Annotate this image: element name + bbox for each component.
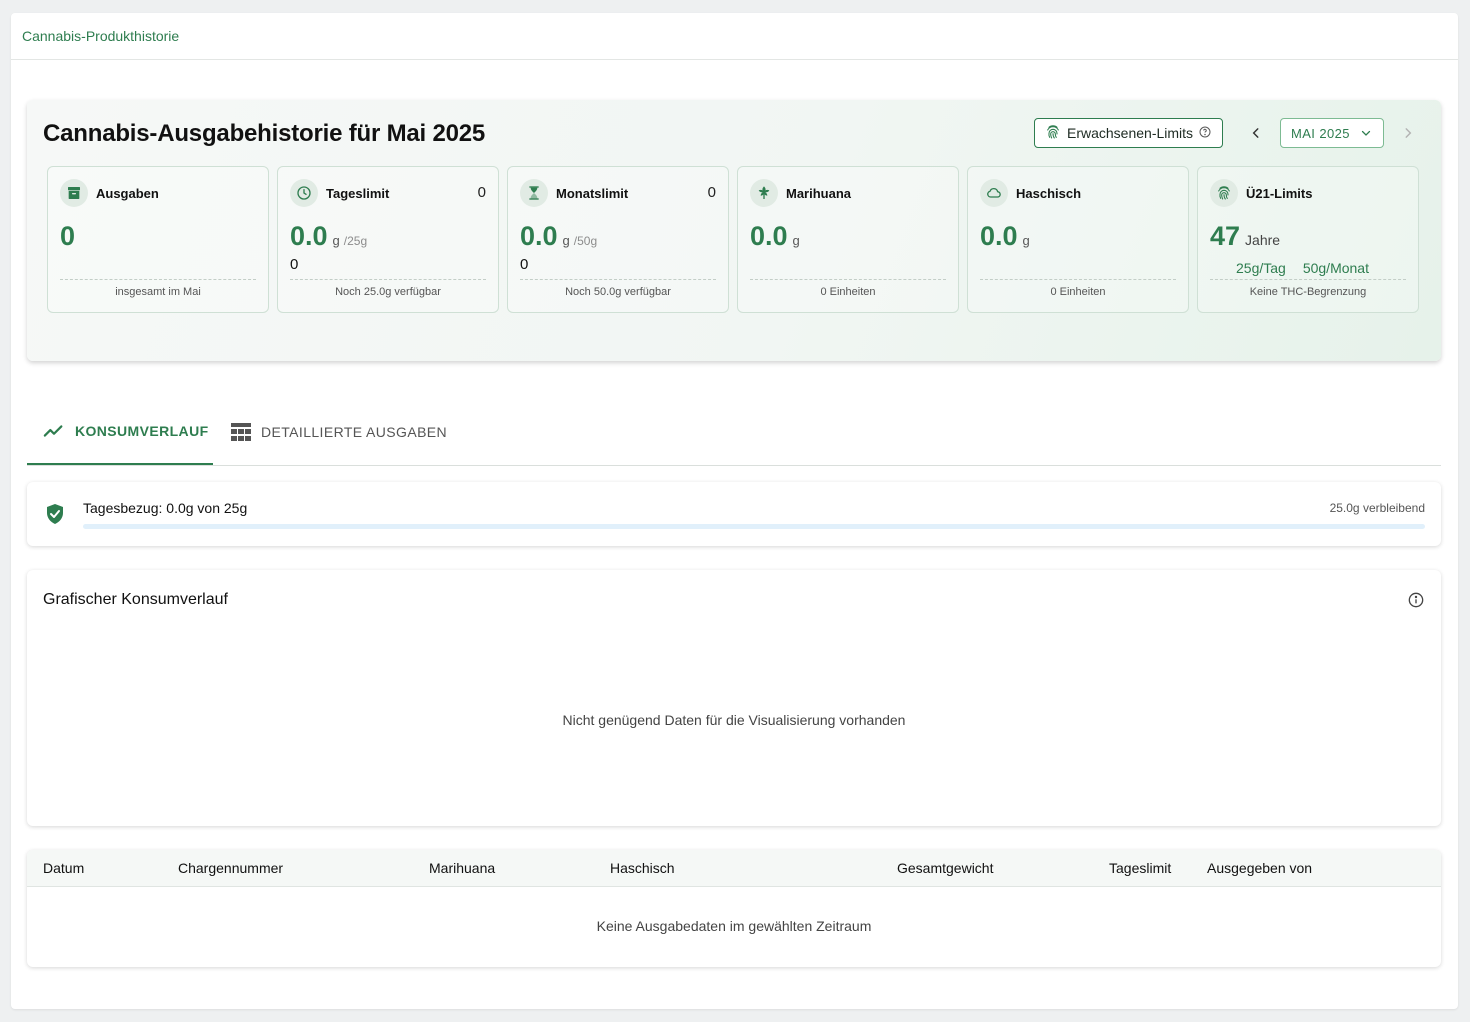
card-tageslimit: Tageslimit 0 0.0 g /25g 0 Noch 25.0g ver…: [277, 166, 499, 313]
next-month-button[interactable]: [1397, 122, 1419, 144]
card-subvalue: 0: [520, 256, 529, 273]
card-footer: 0 Einheiten: [820, 286, 876, 298]
divider: [520, 279, 716, 280]
card-count: 0: [707, 184, 716, 201]
page-title: Cannabis-Ausgabehistorie für Mai 2025: [43, 120, 486, 147]
column-header-chargennummer[interactable]: Chargennummer: [178, 860, 283, 876]
tab-label: KONSUMVERLAUF: [75, 422, 209, 439]
daily-usage-label: Tagesbezug: 0.0g von 25g: [83, 500, 248, 516]
card-footer: Noch 25.0g verfügbar: [335, 286, 441, 298]
table-icon: [231, 422, 251, 441]
chevron-right-icon: [1405, 128, 1412, 138]
column-header-haschisch[interactable]: Haschisch: [610, 860, 675, 876]
info-icon[interactable]: [1408, 592, 1424, 613]
daily-remaining: 25.0g verbleibend: [1329, 501, 1425, 515]
table-empty-message: Keine Ausgabedaten im gewählten Zeitraum: [596, 918, 872, 934]
card-value: 47: [1210, 221, 1241, 251]
card-footer: Keine THC-Begrenzung: [1249, 286, 1367, 298]
card-marihuana: Marihuana 0.0 g 0 Einheiten: [737, 166, 959, 313]
fingerprint-icon: [1045, 124, 1061, 143]
hourglass-icon: [520, 179, 548, 207]
divider: [1210, 279, 1406, 280]
column-header-tageslimit[interactable]: Tageslimit: [1109, 860, 1171, 876]
month-select[interactable]: MAI 2025: [1280, 118, 1384, 148]
chevron-left-icon: [1252, 128, 1259, 138]
adult-limits-label: Erwachsenen-Limits: [1067, 125, 1194, 141]
column-header-ausgegeben-von[interactable]: Ausgegeben von: [1207, 860, 1312, 876]
plant-icon: [750, 179, 778, 207]
breadcrumb[interactable]: Cannabis-Produkthistorie: [22, 28, 179, 44]
card-value: 0.0: [520, 221, 558, 251]
daily-limit-value: 25g/Tag: [1236, 260, 1286, 276]
card-unit: g: [792, 233, 800, 248]
archive-icon: [60, 179, 88, 207]
column-header-datum[interactable]: Datum: [43, 860, 84, 876]
card-title: Ausgaben: [96, 185, 159, 201]
card-ausgaben: Ausgaben 0 insgesamt im Mai: [47, 166, 269, 313]
card-title: Tageslimit: [326, 185, 390, 201]
trending-up-icon: [43, 424, 63, 437]
card-value: 0.0: [980, 221, 1018, 251]
clock-icon: [290, 179, 318, 207]
divider: [290, 279, 486, 280]
card-monatslimit: Monatslimit 0 0.0 g /50g 0 Noch 50.0g ve…: [507, 166, 729, 313]
card-u21-limits: Ü21-Limits 47 Jahre 25g/Tag 50g/Monat Ke…: [1197, 166, 1419, 313]
card-title: Haschisch: [1016, 185, 1082, 201]
previous-month-button[interactable]: [1245, 122, 1267, 144]
help-icon: [1199, 125, 1211, 141]
page-container: Cannabis-Produkthistorie Cannabis-Ausgab…: [11, 13, 1458, 1009]
card-footer: Noch 50.0g verfügbar: [565, 286, 671, 298]
card-limit: /25g: [343, 234, 368, 248]
chart-empty-message: Nicht genügend Daten für die Visualisier…: [562, 712, 906, 728]
month-select-value: MAI 2025: [1291, 125, 1350, 141]
column-header-gesamtgewicht[interactable]: Gesamtgewicht: [897, 860, 993, 876]
table-header: Datum Chargennummer Marihuana Haschisch …: [27, 850, 1441, 887]
breadcrumb-bar: Cannabis-Produkthistorie: [11, 13, 1458, 60]
card-title: Monatslimit: [556, 185, 629, 201]
adult-limits-button[interactable]: Erwachsenen-Limits: [1034, 118, 1223, 148]
chevron-down-icon: [1361, 130, 1370, 136]
card-limit: /50g: [573, 234, 598, 248]
divider: [980, 279, 1176, 280]
tab-bar: KONSUMVERLAUF DETAILLIERTE AUSGABEN: [27, 398, 1441, 466]
consumption-chart-card: Grafischer Konsumverlauf Nicht genügend …: [27, 570, 1441, 826]
monthly-limit-value: 50g/Monat: [1302, 260, 1369, 276]
card-value: 0.0: [290, 221, 328, 251]
stat-cards: Ausgaben 0 insgesamt im Mai Tageslimit 0…: [47, 166, 1419, 313]
tab-detaillierte-ausgaben[interactable]: DETAILLIERTE AUSGABEN: [231, 398, 447, 465]
tab-konsumverlauf[interactable]: KONSUMVERLAUF: [27, 398, 213, 465]
card-unit: g: [562, 233, 570, 248]
cloud-icon: [980, 179, 1008, 207]
dispense-table: Datum Chargennummer Marihuana Haschisch …: [27, 850, 1441, 967]
daily-usage-card: Tagesbezug: 0.0g von 25g 25.0g verbleibe…: [27, 482, 1441, 546]
divider: [750, 279, 946, 280]
card-unit: g: [1022, 233, 1030, 248]
summary-panel: Cannabis-Ausgabehistorie für Mai 2025 Er…: [27, 100, 1441, 361]
divider: [60, 279, 256, 280]
column-header-marihuana[interactable]: Marihuana: [429, 860, 495, 876]
tab-label: DETAILLIERTE AUSGABEN: [261, 423, 448, 440]
card-haschisch: Haschisch 0.0 g 0 Einheiten: [967, 166, 1189, 313]
chart-title: Grafischer Konsumverlauf: [43, 591, 228, 608]
card-footer: 0 Einheiten: [1050, 286, 1106, 298]
card-unit: Jahre: [1245, 232, 1281, 248]
card-count: 0: [477, 184, 486, 201]
card-title: Ü21-Limits: [1246, 185, 1313, 201]
card-footer: insgesamt im Mai: [115, 286, 201, 298]
card-unit: g: [332, 233, 340, 248]
fingerprint-icon: [1210, 179, 1238, 207]
card-value: 0.0: [750, 221, 788, 251]
card-value: 0: [60, 221, 76, 251]
card-title: Marihuana: [786, 185, 852, 201]
daily-progress-bar: [83, 524, 1425, 529]
card-subvalue: 0: [290, 256, 299, 273]
shield-check-icon: [45, 503, 65, 530]
